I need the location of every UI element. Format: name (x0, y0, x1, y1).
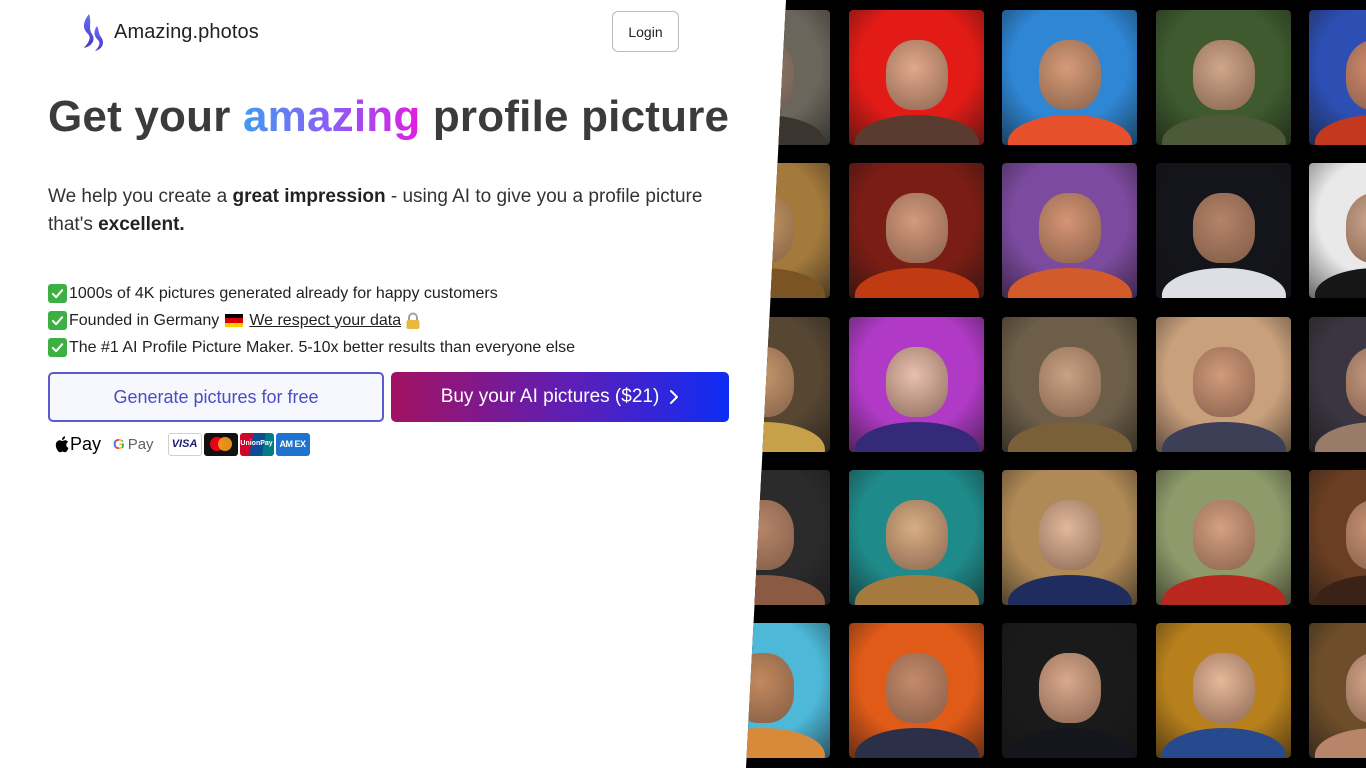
brand-logo[interactable]: Amazing.photos (80, 12, 259, 52)
google-pay-logo: G Pay (113, 436, 154, 453)
flame-logo-icon (83, 14, 103, 51)
gallery-photo (1309, 623, 1366, 758)
buy-pictures-button[interactable]: Buy your AI pictures ($21) (391, 372, 729, 422)
chevron-right-icon (670, 390, 679, 404)
apple-pay-text: Pay (70, 433, 102, 454)
google-pay-text: Pay (127, 435, 154, 453)
feature-item: 1000s of 4K pictures generated already f… (48, 280, 575, 307)
gallery-photo (1309, 10, 1366, 145)
gallery-photo (746, 623, 830, 758)
feature-item: The #1 AI Profile Picture Maker. 5-10x b… (48, 334, 575, 361)
lock-icon (406, 312, 420, 329)
google-g-icon: G (113, 435, 125, 453)
feature-text: 1000s of 4K pictures generated already f… (69, 284, 498, 302)
checkmark-icon (48, 284, 67, 303)
gallery-photo (1156, 317, 1291, 452)
title-highlight: amazing (242, 92, 421, 141)
feature-text: The #1 AI Profile Picture Maker. 5-10x b… (69, 338, 576, 356)
data-privacy-link[interactable]: We respect your data (249, 312, 401, 330)
gallery-photo (1002, 623, 1137, 758)
gallery-photo (746, 470, 830, 605)
generate-free-button[interactable]: Generate pictures for free (48, 372, 384, 422)
gallery-photo (849, 623, 984, 758)
gallery-photo (1309, 163, 1366, 298)
page-title: Get your amazing profile picture (48, 92, 729, 142)
gallery-photo (1156, 163, 1291, 298)
gallery-photo (1002, 163, 1137, 298)
feature-text: Founded in Germany (69, 311, 220, 329)
apple-pay-logo: Pay (54, 434, 101, 455)
amex-card-icon: AM EX (275, 432, 310, 456)
title-part-1: Get your (48, 92, 243, 141)
gallery-photo (1309, 317, 1366, 452)
feature-item: Founded in Germany We respect your data (48, 307, 575, 334)
gallery-photo (849, 317, 984, 452)
gallery-photo (1002, 470, 1137, 605)
gallery-photo (1002, 10, 1137, 145)
subtitle-bold-2: excellent. (98, 214, 185, 235)
apple-icon (55, 435, 69, 452)
payment-methods: Pay G Pay VISA UnionPay AM EX (54, 432, 312, 456)
gallery-photo (1156, 470, 1291, 605)
title-part-2: profile picture (420, 92, 730, 141)
unionpay-icon: UnionPay (239, 432, 274, 456)
feature-list: 1000s of 4K pictures generated already f… (48, 280, 575, 361)
gallery-photo (746, 163, 830, 298)
gallery-photo (1309, 470, 1366, 605)
gallery-photo (746, 10, 830, 145)
login-button[interactable]: Login (612, 11, 679, 52)
gallery-photo (746, 317, 830, 452)
subtitle-bold-1: great impression (232, 186, 386, 207)
gallery-photo (1156, 623, 1291, 758)
checkmark-icon (48, 338, 67, 357)
buy-button-label: Buy your AI pictures ($21) (440, 386, 660, 407)
germany-flag-icon (225, 314, 244, 327)
hero-subtitle: We help you create a great impression - … (48, 183, 738, 239)
gallery-photo (1156, 10, 1291, 145)
profile-picture-gallery (746, 0, 1366, 768)
gallery-photo (849, 10, 984, 145)
visa-card-icon: VISA (167, 432, 202, 456)
mastercard-icon (203, 432, 238, 456)
gallery-photo (849, 163, 984, 298)
gallery-photo (849, 470, 984, 605)
gallery-photo (1002, 317, 1137, 452)
brand-name: Amazing.photos (114, 20, 259, 43)
checkmark-icon (48, 311, 67, 330)
subtitle-part-1: We help you create a (48, 186, 233, 207)
